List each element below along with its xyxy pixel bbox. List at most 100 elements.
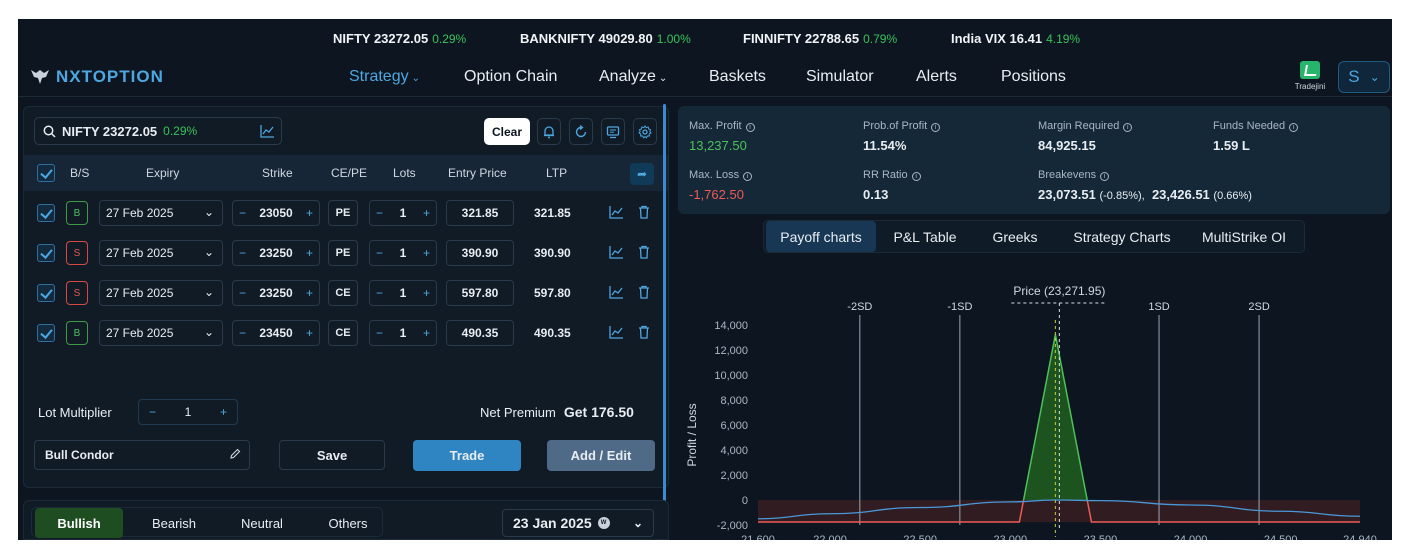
refresh-button[interactable]	[569, 118, 593, 145]
plus-icon[interactable]: +	[423, 286, 430, 300]
plus-icon[interactable]: +	[423, 326, 430, 340]
trade-button[interactable]: Trade	[413, 440, 521, 471]
expiry-select[interactable]: 23 Jan 2025 W ⌄	[502, 509, 654, 537]
plus-icon[interactable]: +	[423, 246, 430, 260]
lot-multiplier-stepper[interactable]: − 1 +	[138, 399, 238, 425]
tab-multistrike-oi[interactable]: MultiStrike OI	[1188, 221, 1300, 252]
leg-lots-stepper[interactable]: − 1 +	[369, 200, 437, 226]
info-icon[interactable]: i	[1100, 172, 1110, 181]
plus-icon[interactable]: +	[220, 405, 227, 419]
trash-icon[interactable]	[636, 284, 652, 300]
leg-strike-stepper[interactable]: −23050 +	[232, 200, 320, 226]
tab-bearish[interactable]: Bearish	[130, 508, 218, 538]
leg-option-type[interactable]: PE	[328, 240, 358, 266]
minus-icon[interactable]: −	[376, 246, 383, 260]
trash-icon[interactable]	[636, 204, 652, 220]
nav-alerts[interactable]: Alerts	[916, 68, 957, 86]
info-icon[interactable]: i	[911, 172, 921, 181]
leg-option-type[interactable]: CE	[328, 280, 358, 306]
trash-icon[interactable]	[636, 244, 652, 260]
chart-icon[interactable]	[608, 244, 624, 260]
buy-sell-toggle[interactable]: B	[66, 321, 88, 345]
add-edit-button[interactable]: Add / Edit	[547, 440, 655, 471]
nav-positions[interactable]: Positions	[1001, 68, 1066, 86]
save-button[interactable]: Save	[279, 440, 385, 470]
pencil-icon[interactable]	[229, 448, 241, 460]
leg-lots-stepper[interactable]: − 1 +	[369, 240, 437, 266]
tab-strategy-charts[interactable]: Strategy Charts	[1060, 221, 1184, 252]
minus-icon[interactable]: −	[149, 405, 156, 419]
leg-strike-stepper[interactable]: −23450 +	[232, 320, 320, 346]
scrollbar[interactable]	[663, 104, 666, 504]
leg-expiry-select[interactable]: 27 Feb 2025 ⌄	[99, 280, 223, 306]
tab-greeks[interactable]: Greeks	[974, 221, 1056, 252]
buy-sell-toggle[interactable]: S	[66, 241, 88, 265]
logo[interactable]: NXTOPTION	[30, 67, 164, 87]
leg-expiry-select[interactable]: 27 Feb 2025 ⌄	[99, 320, 223, 346]
leg-lots-stepper[interactable]: − 1 +	[369, 280, 437, 306]
leg-entry-price-input[interactable]: 597.80	[446, 280, 514, 306]
nav-analyze[interactable]: Analyze ⌄	[599, 68, 667, 86]
ticker-finnifty[interactable]: FINNIFTY 22788.65 0.79%	[743, 31, 897, 46]
chart-icon[interactable]	[608, 284, 624, 300]
buy-sell-toggle[interactable]: B	[66, 201, 88, 225]
clear-button[interactable]: Clear	[484, 118, 530, 145]
chart-icon[interactable]	[260, 124, 275, 138]
screen-button[interactable]	[601, 118, 625, 145]
leg-checkbox[interactable]	[37, 244, 55, 262]
tab-payoff-charts[interactable]: Payoff charts	[766, 221, 876, 252]
minus-icon[interactable]: −	[376, 326, 383, 340]
chart-icon[interactable]	[608, 204, 624, 220]
leg-strike-stepper[interactable]: −23250 +	[232, 280, 320, 306]
leg-expiry-select[interactable]: 27 Feb 2025 ⌄	[99, 200, 223, 226]
chart-icon[interactable]	[608, 324, 624, 340]
leg-option-type[interactable]: PE	[328, 200, 358, 226]
ticker-nifty[interactable]: NIFTY 23272.05 0.29%	[333, 31, 466, 46]
share-button[interactable]: ➦	[630, 163, 654, 185]
minus-icon[interactable]: −	[239, 286, 246, 300]
nav-strategy[interactable]: Strategy ⌄	[349, 68, 420, 86]
leg-checkbox[interactable]	[37, 324, 55, 342]
ticker-india-vix[interactable]: India VIX 16.41 4.19%	[951, 31, 1080, 46]
alert-bell-button[interactable]	[537, 118, 561, 145]
ticker-banknifty[interactable]: BANKNIFTY 49029.80 1.00%	[520, 31, 691, 46]
leg-checkbox[interactable]	[37, 204, 55, 222]
select-all-checkbox[interactable]	[37, 164, 55, 182]
info-icon[interactable]: i	[1123, 123, 1133, 132]
minus-icon[interactable]: −	[239, 246, 246, 260]
leg-entry-price-input[interactable]: 490.35	[446, 320, 514, 346]
leg-lots-stepper[interactable]: − 1 +	[369, 320, 437, 346]
buy-sell-toggle[interactable]: S	[66, 281, 88, 305]
broker-badge[interactable]: Tradejini	[1290, 61, 1330, 91]
user-menu-button[interactable]: S ⌄	[1338, 61, 1390, 93]
tab-others[interactable]: Others	[304, 508, 392, 538]
leg-entry-price-input[interactable]: 321.85	[446, 200, 514, 226]
tab-pnl-table[interactable]: P&L Table	[878, 221, 972, 252]
info-icon[interactable]: i	[931, 123, 941, 132]
minus-icon[interactable]: −	[376, 286, 383, 300]
leg-entry-price-input[interactable]: 390.90	[446, 240, 514, 266]
plus-icon[interactable]: +	[423, 206, 430, 220]
plus-icon[interactable]: +	[306, 326, 313, 340]
nav-option-chain[interactable]: Option Chain	[464, 68, 557, 86]
leg-option-type[interactable]: CE	[328, 320, 358, 346]
nav-baskets[interactable]: Baskets	[709, 68, 766, 86]
leg-strike-stepper[interactable]: −23250 +	[232, 240, 320, 266]
info-icon[interactable]: i	[743, 172, 753, 181]
strategy-name-field[interactable]: Bull Condor	[34, 440, 250, 470]
plus-icon[interactable]: +	[306, 286, 313, 300]
minus-icon[interactable]: −	[376, 206, 383, 220]
plus-icon[interactable]: +	[306, 246, 313, 260]
leg-expiry-select[interactable]: 27 Feb 2025 ⌄	[99, 240, 223, 266]
minus-icon[interactable]: −	[239, 206, 246, 220]
nav-simulator[interactable]: Simulator	[806, 68, 874, 86]
tab-bullish[interactable]: Bullish	[35, 508, 123, 538]
info-icon[interactable]: i	[1289, 123, 1299, 132]
tab-neutral[interactable]: Neutral	[218, 508, 306, 538]
symbol-search[interactable]: NIFTY 23272.05 0.29%	[34, 117, 282, 145]
plus-icon[interactable]: +	[306, 206, 313, 220]
settings-button[interactable]	[633, 118, 657, 145]
leg-checkbox[interactable]	[37, 284, 55, 302]
info-icon[interactable]: i	[745, 123, 755, 132]
minus-icon[interactable]: −	[239, 326, 246, 340]
